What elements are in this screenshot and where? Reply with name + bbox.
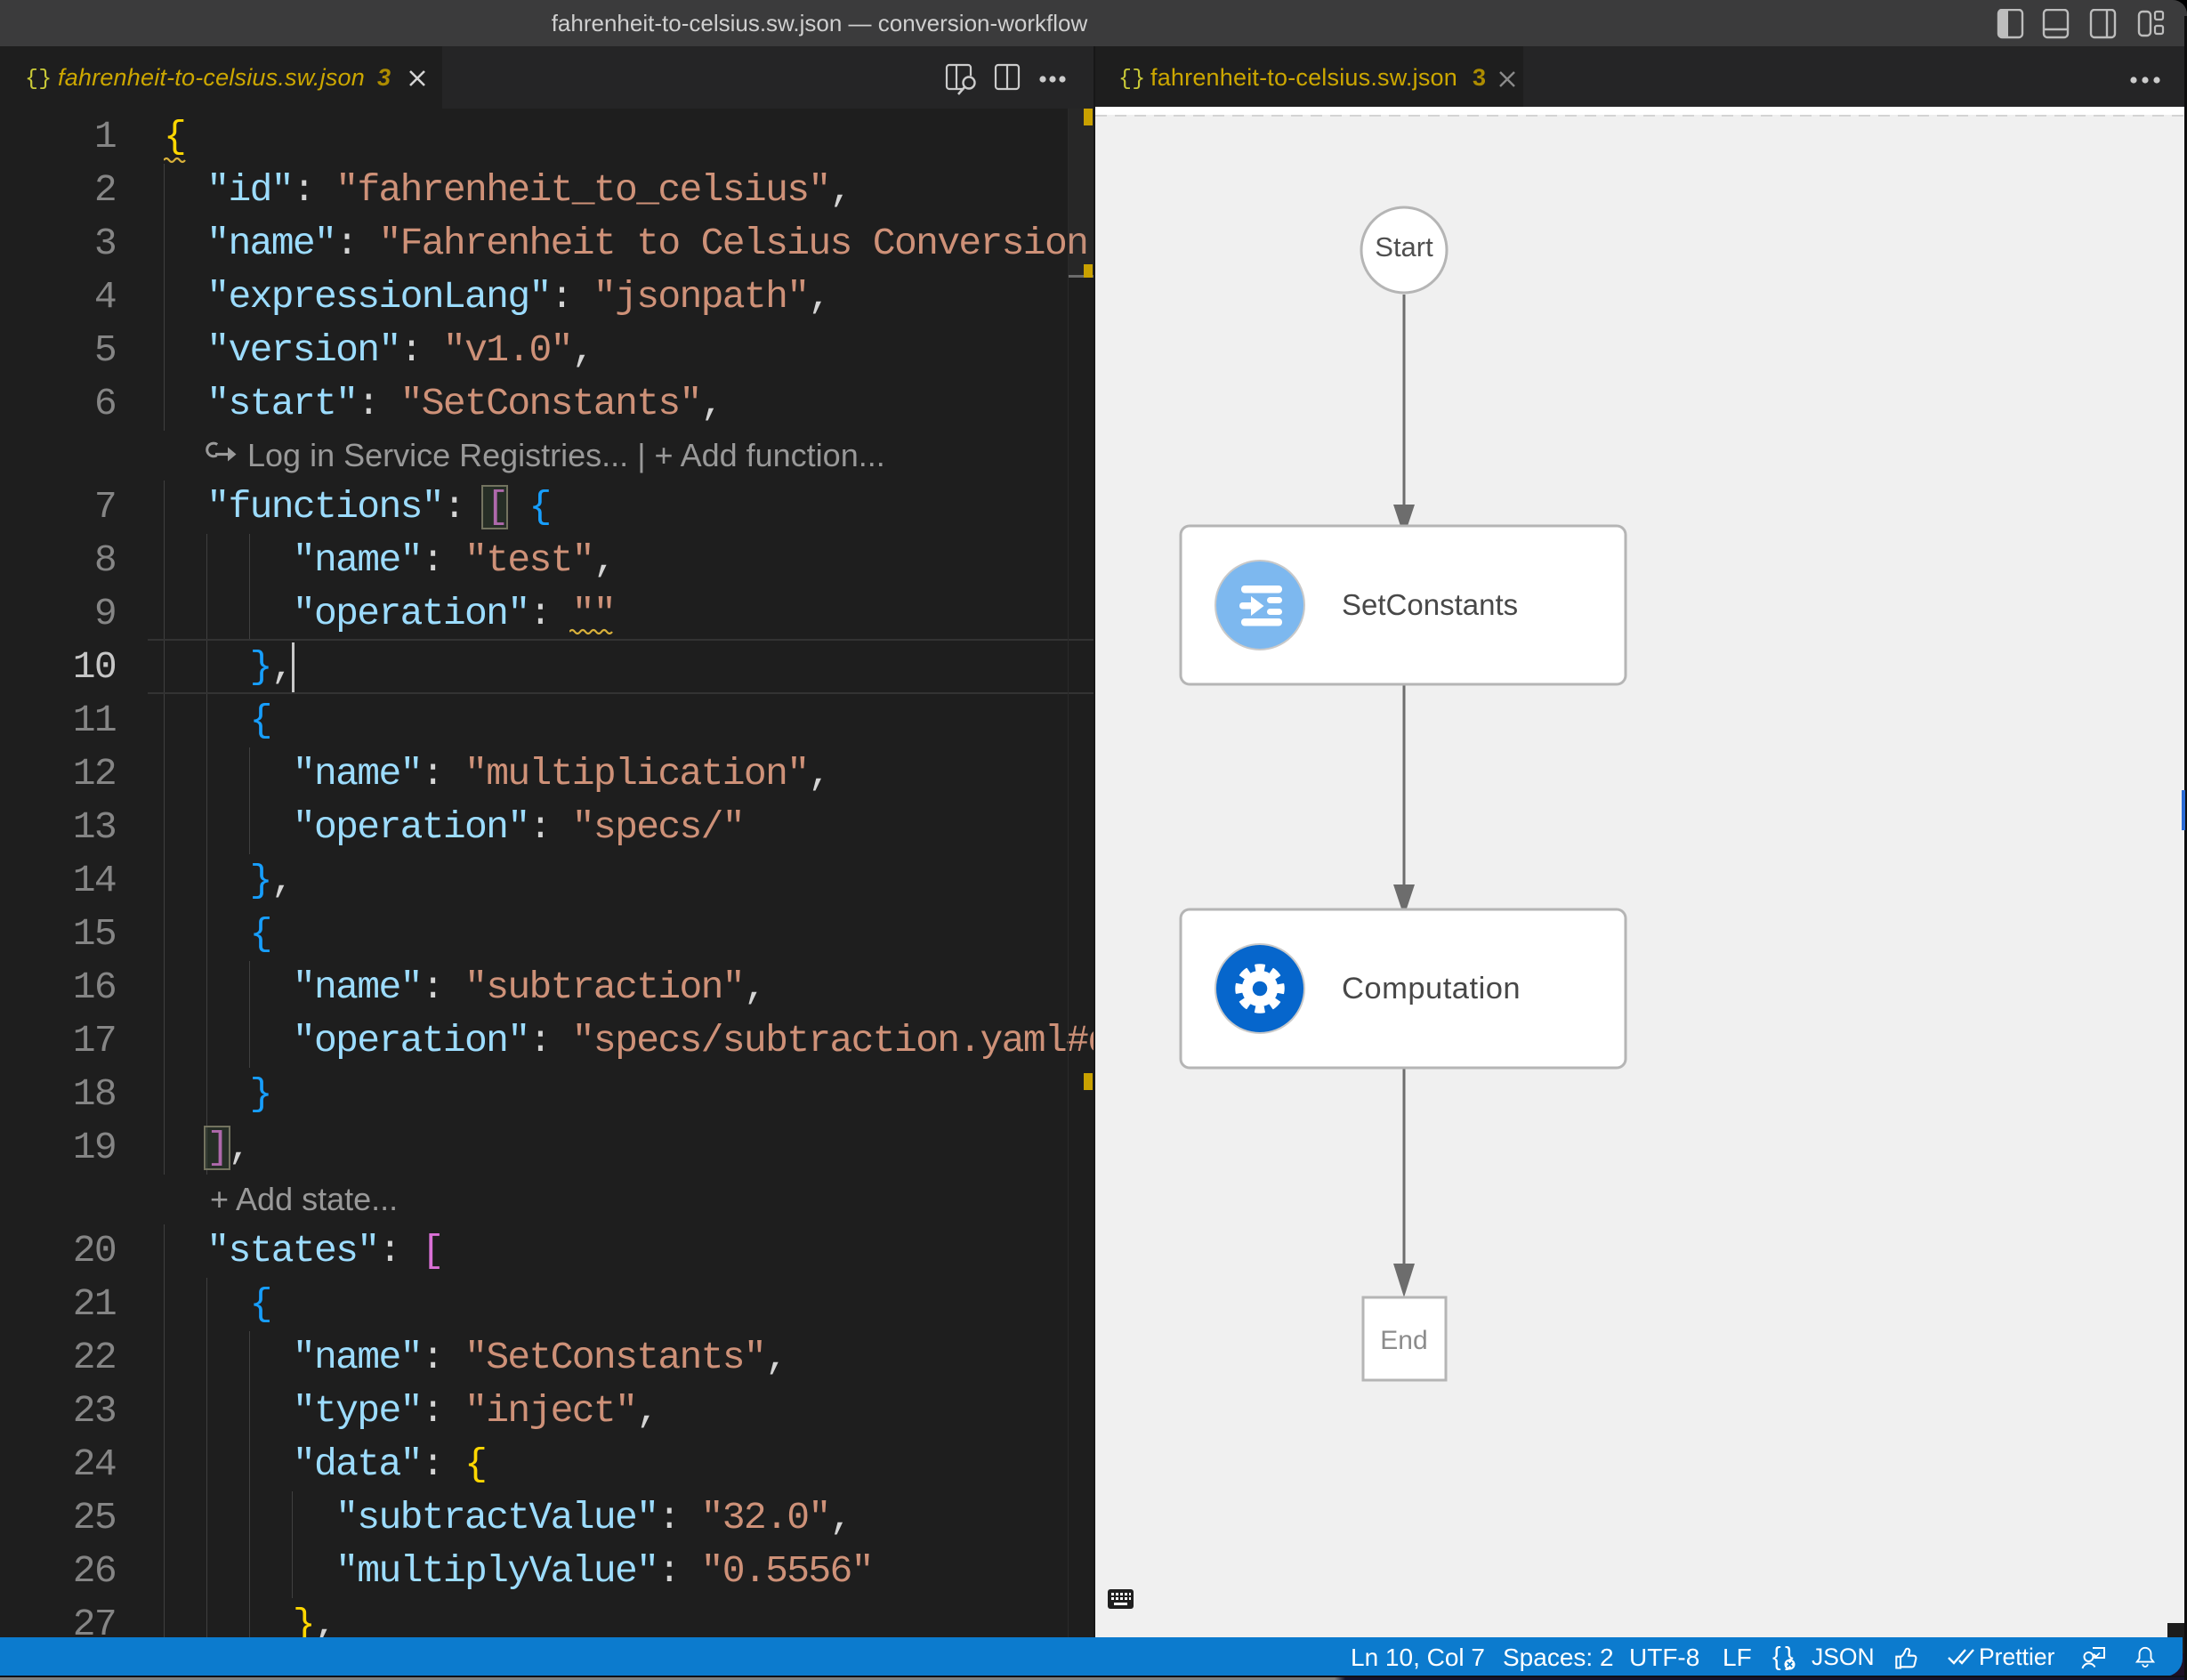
svg-text:Start: Start [1375,231,1433,262]
svg-text:SetConstants: SetConstants [1342,588,1518,621]
svg-text:End: End [1380,1326,1427,1355]
svg-text:Computation: Computation [1342,972,1521,1006]
